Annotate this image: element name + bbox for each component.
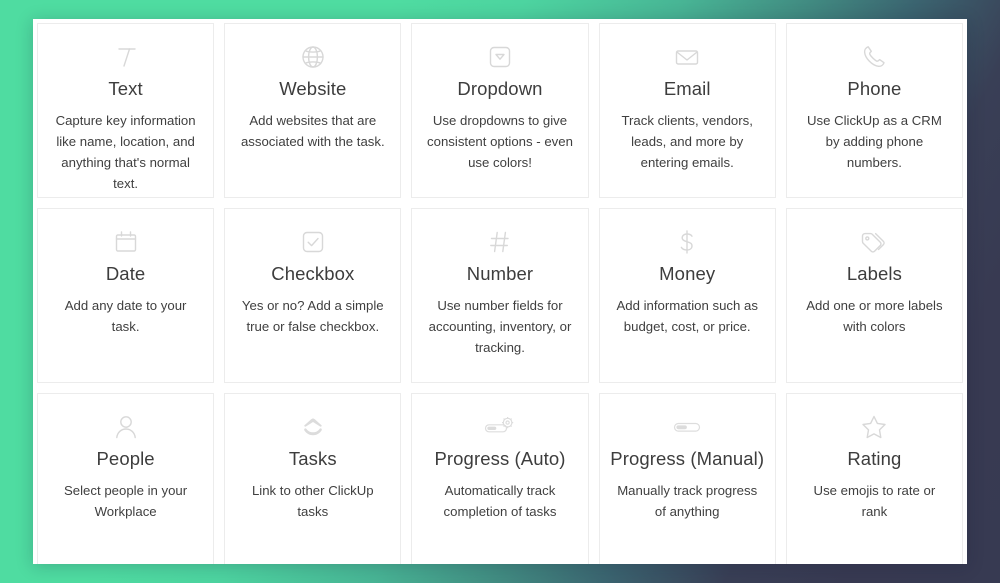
card-text[interactable]: Text Capture key information like name, …	[37, 23, 215, 198]
card-description: Yes or no? Add a simple true or false ch…	[241, 298, 384, 334]
card-title: Number	[466, 263, 534, 284]
card-description: Manually track progress of anything	[617, 483, 758, 519]
card-website[interactable]: Website Add websites that are associated…	[224, 23, 402, 198]
dollar-sign-icon	[672, 223, 702, 261]
progress-bar-icon	[671, 408, 703, 446]
card-title: Phone	[847, 78, 902, 99]
card-title: Money	[659, 263, 716, 284]
card-title: Labels	[846, 263, 902, 284]
card-description: Use ClickUp as a CRM by adding phone num…	[806, 113, 942, 170]
card-description: Add one or more labels with colors	[806, 298, 943, 334]
card-description: Use number fields for accounting, invent…	[428, 298, 572, 355]
card-email[interactable]: Email Track clients, vendors, leads, and…	[598, 23, 776, 198]
card-phone[interactable]: Phone Use ClickUp as a CRM by adding pho…	[785, 23, 963, 198]
card-progress-manual[interactable]: Progress (Manual) Manually track progres…	[598, 393, 776, 564]
checkbox-check-icon	[298, 223, 328, 261]
card-number[interactable]: Number Use number fields for accounting,…	[411, 208, 589, 383]
card-title: Date	[105, 263, 146, 284]
card-description: Select people in your Workplace	[64, 483, 188, 519]
card-tasks[interactable]: Tasks Link to other ClickUp tasks	[224, 393, 402, 564]
card-title: Dropdown	[457, 78, 543, 99]
phone-handset-icon	[859, 38, 889, 76]
progress-bar-gear-icon	[482, 408, 518, 446]
card-description: Capture key information like name, locat…	[55, 113, 196, 191]
card-checkbox[interactable]: Checkbox Yes or no? Add a simple true or…	[224, 208, 402, 383]
tags-labels-icon	[858, 223, 890, 261]
custom-field-card-grid: Text Capture key information like name, …	[33, 19, 967, 564]
card-title: Tasks	[288, 448, 337, 469]
card-description: Use dropdowns to give consistent options…	[427, 113, 573, 170]
hash-number-icon	[485, 223, 515, 261]
star-outline-icon	[859, 408, 889, 446]
card-money[interactable]: Money Add information such as budget, co…	[598, 208, 776, 383]
card-description: Add information such as budget, cost, or…	[616, 298, 758, 334]
card-title: Progress (Auto)	[434, 448, 566, 469]
card-description: Automatically track completion of tasks	[443, 483, 557, 519]
person-avatar-icon	[111, 408, 141, 446]
calendar-icon	[111, 223, 141, 261]
card-description: Track clients, vendors, leads, and more …	[621, 113, 753, 170]
custom-fields-panel: Text Capture key information like name, …	[33, 19, 967, 564]
globe-icon	[298, 38, 328, 76]
card-title: Checkbox	[271, 263, 355, 284]
card-description: Link to other ClickUp tasks	[251, 483, 374, 519]
chevron-up-down-icon	[298, 408, 328, 446]
card-title: People	[96, 448, 155, 469]
card-date[interactable]: Date Add any date to your task.	[37, 208, 215, 383]
text-italic-t-icon	[111, 38, 141, 76]
card-description: Use emojis to rate or rank	[813, 483, 936, 519]
card-description: Add any date to your task.	[64, 298, 187, 334]
card-title: Rating	[847, 448, 902, 469]
card-labels[interactable]: Labels Add one or more labels with color…	[785, 208, 963, 383]
card-description: Add websites that are associated with th…	[240, 113, 385, 149]
card-dropdown[interactable]: Dropdown Use dropdowns to give consisten…	[411, 23, 589, 198]
card-rating[interactable]: Rating Use emojis to rate or rank	[785, 393, 963, 564]
card-title: Website	[279, 78, 347, 99]
card-title: Email	[663, 78, 711, 99]
card-progress-auto[interactable]: Progress (Auto) Automatically track comp…	[411, 393, 589, 564]
card-title: Text	[108, 78, 143, 99]
card-title: Progress (Manual)	[610, 448, 765, 469]
dropdown-box-chevron-icon	[485, 38, 515, 76]
card-people[interactable]: People Select people in your Workplace	[37, 393, 215, 564]
envelope-icon	[672, 38, 702, 76]
